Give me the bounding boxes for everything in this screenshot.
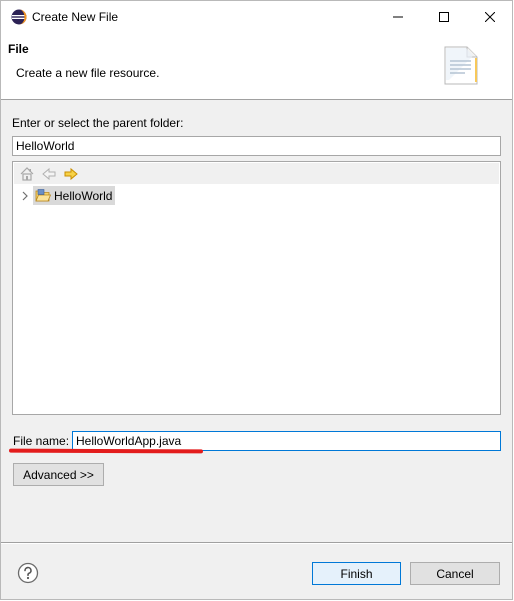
forward-icon[interactable]: [63, 166, 79, 182]
folder-tree[interactable]: HelloWorld: [12, 161, 501, 415]
parent-folder-label: Enter or select the parent folder:: [12, 116, 184, 130]
window-title: Create New File: [32, 10, 119, 24]
annotation-underline: [8, 448, 204, 454]
minimize-button[interactable]: [375, 1, 421, 33]
tree-node-selected[interactable]: HelloWorld: [33, 186, 116, 205]
advanced-button[interactable]: Advanced >>: [13, 463, 104, 486]
title-bar: Create New File: [1, 1, 512, 33]
close-button[interactable]: [467, 1, 513, 33]
cancel-button[interactable]: Cancel: [410, 562, 500, 585]
help-icon[interactable]: [17, 562, 39, 584]
tree-item-label: HelloWorld: [54, 188, 113, 203]
parent-folder-input[interactable]: HelloWorld: [12, 136, 501, 156]
footer-separator-highlight: [1, 543, 512, 544]
finish-button[interactable]: Finish: [312, 562, 401, 585]
wizard-title: File: [8, 42, 29, 56]
maximize-icon: [439, 12, 449, 22]
eclipse-logo-icon: [11, 9, 27, 25]
tree-toolbar: [14, 163, 499, 184]
file-name-label: File name:: [13, 434, 70, 448]
project-folder-icon: [35, 188, 51, 201]
maximize-button[interactable]: [421, 1, 467, 33]
create-new-file-dialog: Create New File File Create a new file r…: [0, 0, 513, 600]
new-file-wizard-icon: [444, 46, 478, 85]
wizard-header: File Create a new file resource.: [1, 33, 512, 100]
back-icon[interactable]: [41, 166, 57, 182]
chevron-right-icon[interactable]: [19, 190, 31, 202]
file-name-input[interactable]: HelloWorldApp.java: [72, 431, 501, 451]
close-icon: [485, 12, 495, 22]
tree-item-helloworld[interactable]: HelloWorld: [19, 186, 116, 205]
wizard-description: Create a new file resource.: [16, 66, 160, 80]
minimize-icon: [393, 16, 403, 18]
home-icon[interactable]: [19, 166, 35, 182]
